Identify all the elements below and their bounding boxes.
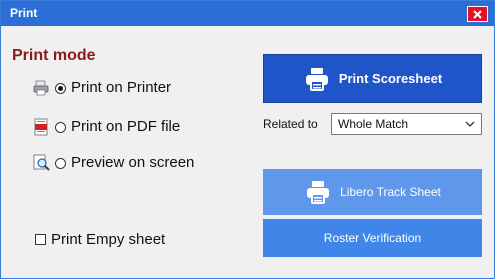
printer-icon xyxy=(307,181,330,204)
related-to-label: Related to xyxy=(263,117,318,131)
print-scoresheet-button[interactable]: Print Scoresheet xyxy=(263,54,482,103)
checkbox-label: Print Empy sheet xyxy=(51,230,166,248)
option-print-on-pdf[interactable]: Print on PDF file xyxy=(32,116,180,138)
option-label: Print on Printer xyxy=(71,79,172,96)
roster-verification-button[interactable]: Roster Verification xyxy=(263,219,482,257)
option-preview-on-screen[interactable]: Preview on screen xyxy=(32,152,194,174)
chevron-down-icon xyxy=(465,121,475,127)
option-label: Preview on screen xyxy=(71,154,195,171)
window-title: Print xyxy=(10,6,38,20)
radio-pdf[interactable] xyxy=(55,121,66,133)
print-mode-heading: Print mode xyxy=(12,47,96,64)
checkbox-box[interactable] xyxy=(35,233,46,245)
print-empty-sheet-checkbox[interactable]: Print Empy sheet xyxy=(35,228,165,250)
related-to-select[interactable]: Whole Match xyxy=(331,113,482,135)
libero-track-sheet-button[interactable]: Libero Track Sheet xyxy=(263,169,482,215)
libero-track-sheet-label: Libero Track Sheet xyxy=(340,185,441,199)
radio-preview[interactable] xyxy=(55,157,66,169)
radio-printer[interactable] xyxy=(55,82,66,94)
print-dialog: Print Print mode Print on Printer Print … xyxy=(0,0,495,279)
pdf-icon xyxy=(34,118,48,136)
preview-icon xyxy=(33,154,50,171)
close-button[interactable] xyxy=(467,6,488,22)
close-icon xyxy=(473,9,482,19)
title-bar[interactable]: Print xyxy=(1,1,494,26)
printer-icon xyxy=(33,80,49,96)
related-to-value: Whole Match xyxy=(338,117,409,131)
print-scoresheet-label: Print Scoresheet xyxy=(338,71,443,86)
option-print-on-printer[interactable]: Print on Printer xyxy=(32,77,171,99)
option-label: Print on PDF file xyxy=(71,118,181,135)
printer-icon xyxy=(305,67,328,91)
roster-verification-label: Roster Verification xyxy=(323,231,422,245)
